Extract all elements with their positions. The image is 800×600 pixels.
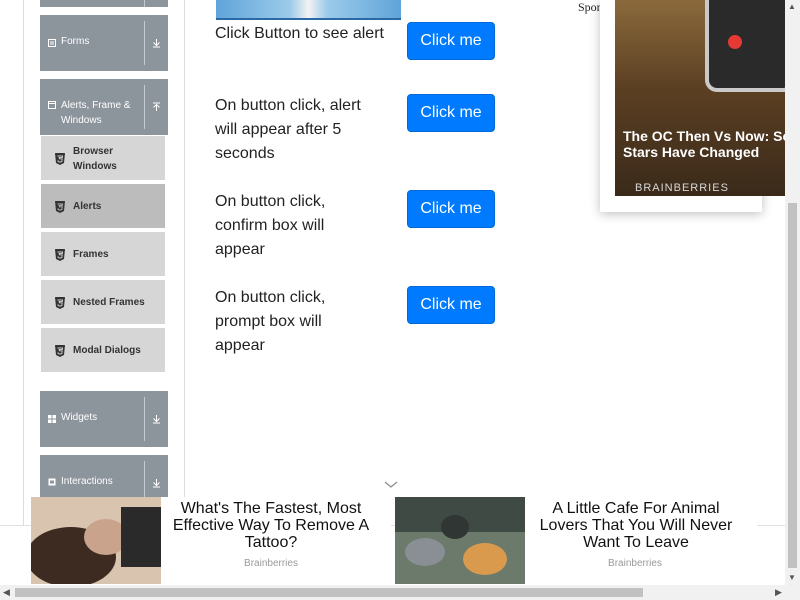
scroll-down-arrow-icon[interactable]: ▼: [788, 573, 796, 582]
sponsored-label: Spon: [578, 0, 603, 14]
interactions-icon: [48, 478, 56, 486]
html5-icon: [55, 297, 65, 309]
ad-source: Brainberries: [608, 558, 662, 569]
horizontal-scrollbar[interactable]: ◀ ▶: [0, 585, 800, 600]
confirm-row-text: On button click, confirm box will appear: [215, 193, 326, 258]
alert-button[interactable]: Click me: [407, 22, 495, 60]
chevron-down-icon[interactable]: [144, 21, 168, 65]
window-icon: [48, 101, 56, 109]
sidebar-item-nested-frames[interactable]: Nested Frames: [41, 280, 165, 326]
page-viewport: Forms Alerts, Frame & Windows Browser Wi…: [0, 0, 785, 585]
sidebar-item-alerts[interactable]: Alerts: [41, 184, 165, 230]
chevron-down-icon[interactable]: [144, 397, 168, 441]
sidebar-item-modal-dialogs[interactable]: Modal Dialogs: [41, 328, 165, 374]
scrollbar-thumb[interactable]: [788, 203, 797, 568]
scroll-up-arrow-icon[interactable]: ▲: [788, 2, 796, 11]
sidebar-group-label: Widgets: [61, 412, 98, 423]
html5-icon: [55, 249, 65, 261]
scroll-left-arrow-icon[interactable]: ◀: [3, 587, 10, 598]
prompt-row-text: On button click, prompt box will appear: [215, 289, 326, 354]
ad-title[interactable]: What's The Fastest, Most Effective Way T…: [171, 500, 371, 551]
sidebar-group-forms[interactable]: Forms: [40, 15, 168, 71]
html5-icon: [55, 201, 65, 213]
sidebar-item-label: Nested Frames: [73, 297, 145, 308]
ad-thumbnail: [31, 497, 161, 584]
sidebar-group-alerts-frame-windows[interactable]: Alerts, Frame & Windows: [40, 79, 168, 135]
sidebar-item-label: Alerts: [73, 201, 102, 212]
chevron-up-icon[interactable]: [144, 85, 168, 129]
alert-row-text: Click Button to see alert: [215, 25, 384, 42]
ad-headline[interactable]: The OC Then Vs Now: So Stars Have Change…: [623, 128, 785, 160]
sidebar-group-widgets[interactable]: Widgets: [40, 391, 168, 447]
ad-source: Brainberries: [244, 558, 298, 569]
bottom-ad-item[interactable]: What's The Fastest, Most Effective Way T…: [31, 497, 391, 584]
sidebar-item-label: Modal Dialogs: [73, 345, 141, 356]
sidebar-item-frames[interactable]: Frames: [41, 232, 165, 278]
banner-image: [216, 0, 401, 20]
form-icon: [48, 39, 56, 47]
bottom-ad-item[interactable]: A Little Cafe For Animal Lovers That You…: [395, 497, 757, 584]
ad-thumbnail: [395, 497, 525, 584]
ad-title[interactable]: A Little Cafe For Animal Lovers That You…: [533, 500, 739, 551]
timer-alert-row-text: On button click, alert will appear after…: [215, 97, 361, 162]
sidebar-group-label: Interactions: [61, 476, 113, 487]
scroll-right-arrow-icon[interactable]: ▶: [775, 587, 782, 598]
ad-image[interactable]: The OC Then Vs Now: So Stars Have Change…: [615, 0, 785, 196]
confirm-button[interactable]: Click me: [407, 190, 495, 228]
record-icon: [728, 35, 742, 49]
sidebar-group-label: Alerts, Frame & Windows: [61, 100, 131, 126]
scrollbar-thumb[interactable]: [15, 588, 643, 597]
sidebar-item-browser-windows[interactable]: Browser Windows: [41, 136, 165, 182]
ad-brand: BRAINBERRIES: [635, 182, 729, 194]
sidebar-group-label: Forms: [61, 36, 90, 47]
chevron-down-icon[interactable]: [384, 478, 398, 492]
sidebar-item-label: Browser Windows: [73, 146, 117, 172]
phone-image: [705, 0, 785, 92]
timer-alert-button[interactable]: Click me: [407, 94, 495, 132]
vertical-scrollbar[interactable]: ▲ ▼: [785, 0, 800, 585]
sidebar-item-label: Frames: [73, 249, 109, 260]
prompt-button[interactable]: Click me: [407, 286, 495, 324]
html5-icon: [55, 153, 65, 165]
html5-icon: [55, 345, 65, 357]
widgets-icon: [48, 415, 56, 423]
